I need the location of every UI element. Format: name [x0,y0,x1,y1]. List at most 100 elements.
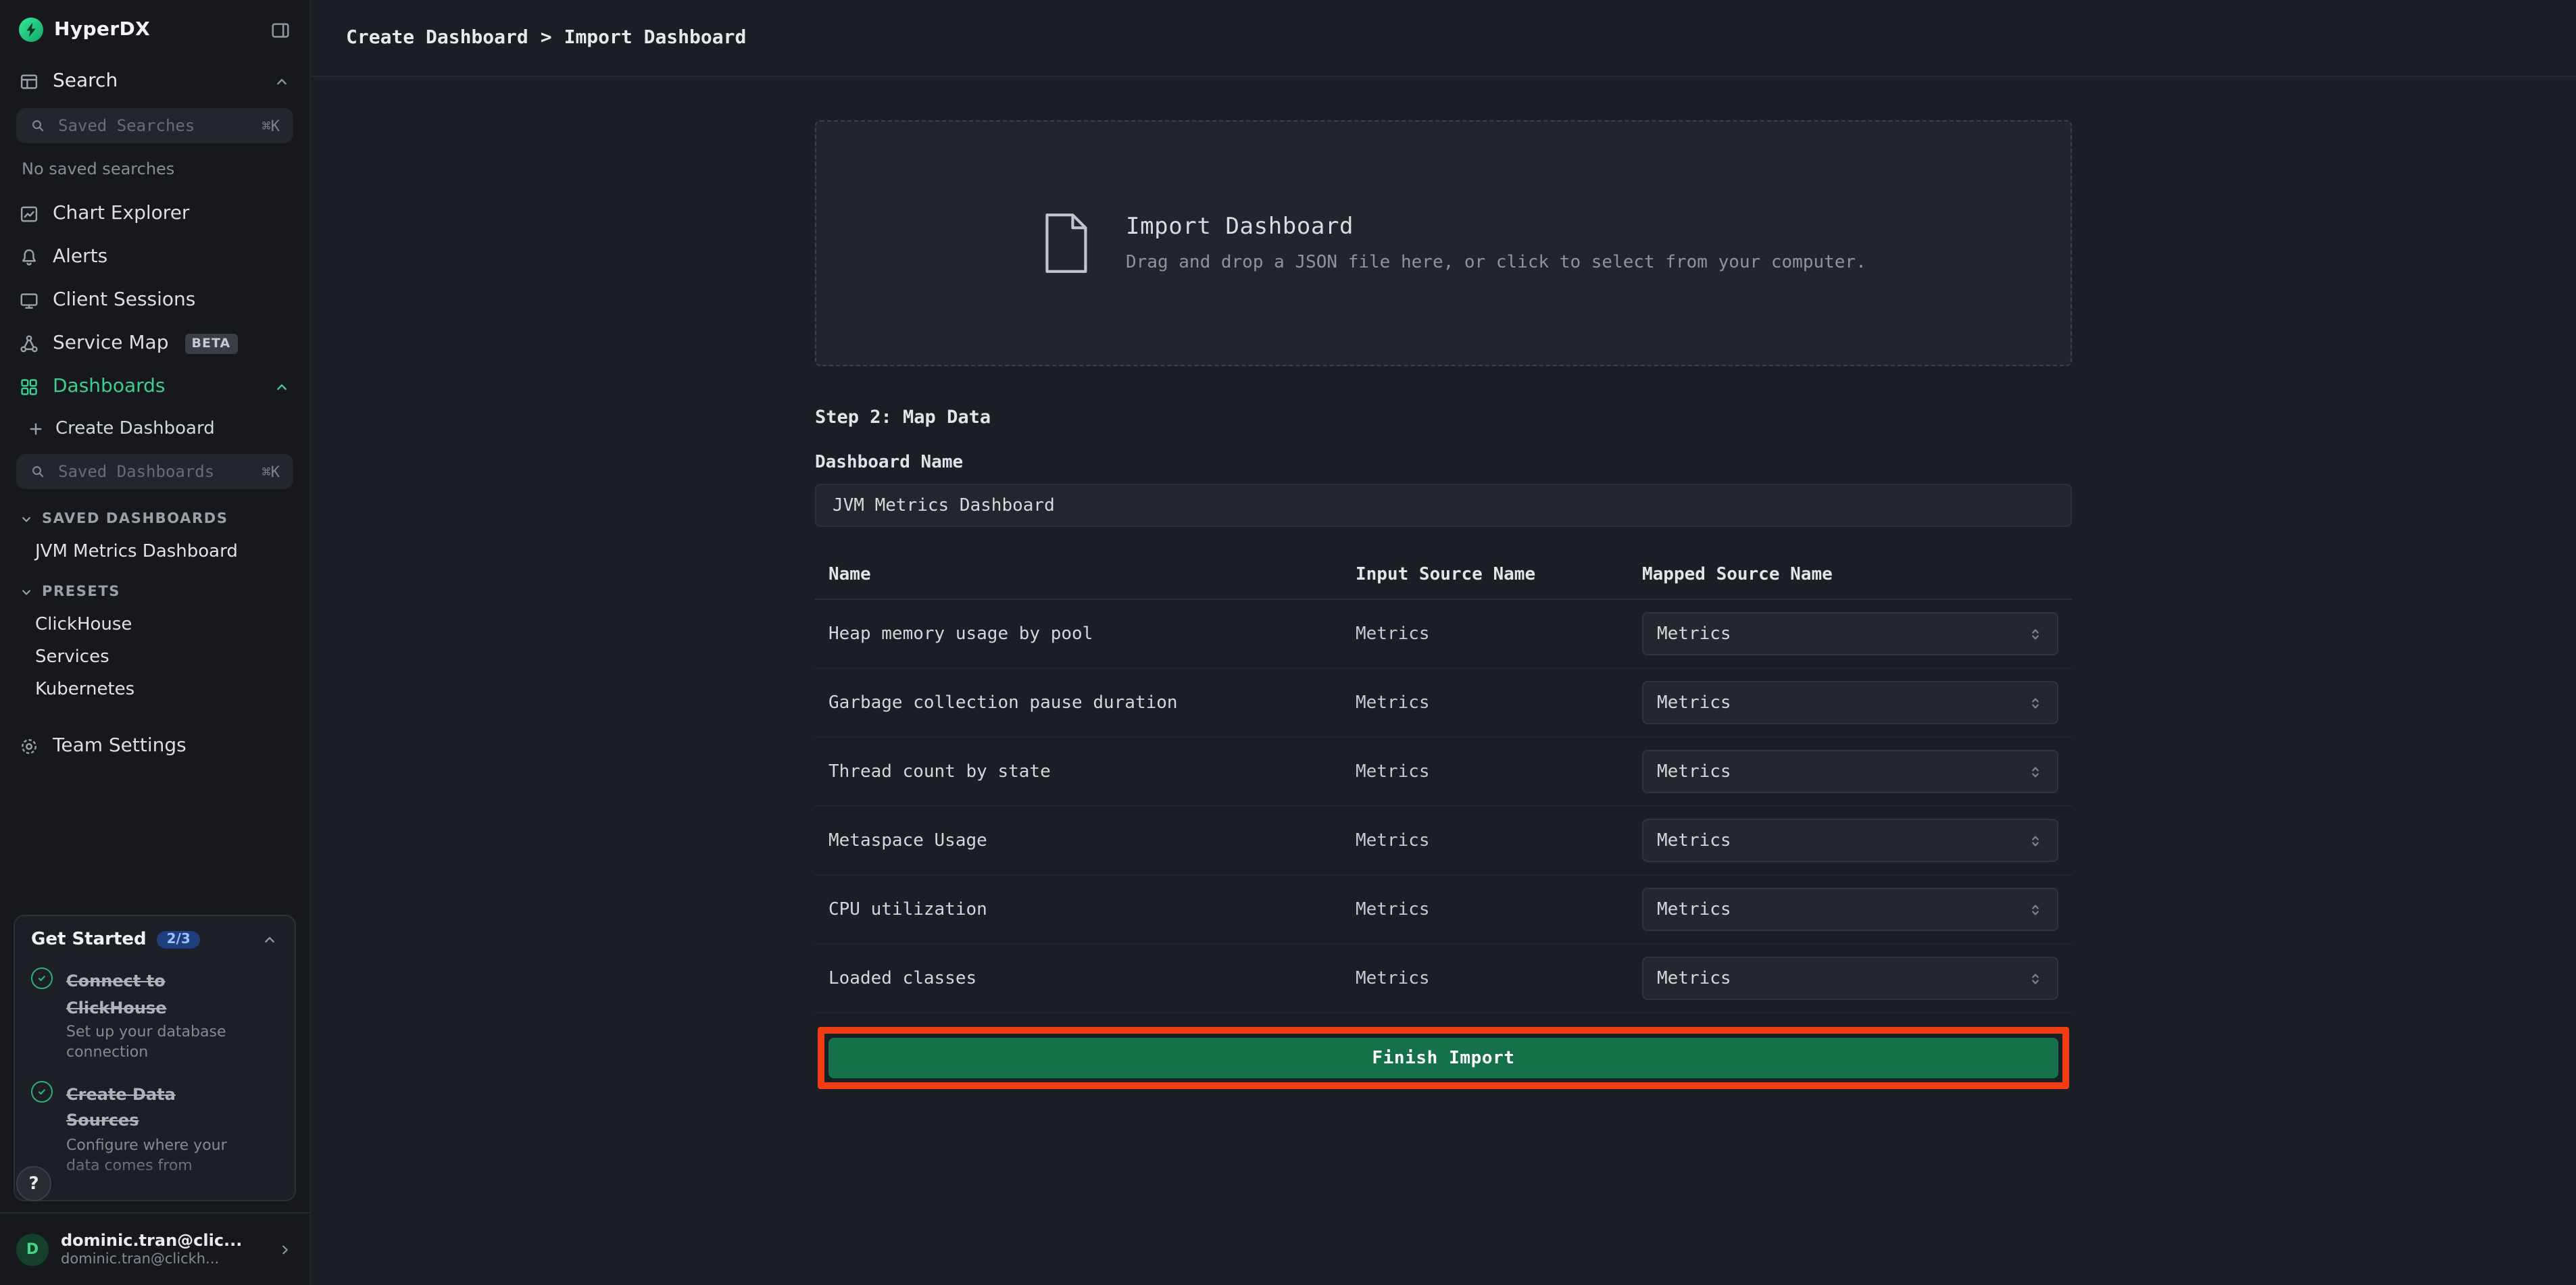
table-row: Metaspace Usage Metrics Metrics [815,807,2072,876]
sidebar-item-chart-explorer[interactable]: Chart Explorer [0,192,309,235]
select-updown-icon [2027,763,2044,780]
check-circle-icon [31,967,53,989]
saved-dashboards-section-label: SAVED DASHBOARDS [42,511,228,527]
main-area: Create Dashboard > Import Dashboard Impo… [311,0,2576,1285]
get-started-card: Get Started 2/3 Connect to ClickHouse Se… [14,915,296,1201]
row-name: Thread count by state [828,761,1356,782]
saved-searches-search[interactable]: ⌘K [16,108,293,143]
user-email: dominic.tran@clickh... [61,1251,242,1267]
row-name: Heap memory usage by pool [828,624,1356,644]
mapped-source-select[interactable]: Metrics [1642,957,2058,1000]
task-create-data-sources[interactable]: Create Data Sources Configure where your… [31,1080,278,1177]
preset-item-clickhouse[interactable]: ClickHouse [0,608,309,640]
sidebar-item-service-map[interactable]: Service Map BETA [0,322,309,365]
nav-label: Chart Explorer [53,203,189,224]
dashboard-name-input[interactable] [815,484,2072,527]
sidebar-item-alerts[interactable]: Alerts [0,235,309,278]
sidebar-item-team-settings[interactable]: Team Settings [0,724,309,767]
saved-dashboards-section-toggle[interactable]: SAVED DASHBOARDS [0,503,309,535]
mapped-source-select[interactable]: Metrics [1642,681,2058,724]
task-title: Connect to ClickHouse [66,972,167,1017]
bell-icon [19,247,39,267]
monitor-icon [19,290,39,310]
mapped-source-select[interactable]: Metrics [1642,612,2058,655]
breadcrumb-create-dashboard[interactable]: Create Dashboard [346,27,528,49]
saved-dashboards-search[interactable]: ⌘K [16,454,293,489]
col-header-name: Name [828,565,1356,585]
saved-searches-input[interactable] [55,115,253,136]
task-connect-clickhouse[interactable]: Connect to ClickHouse Set up your databa… [31,966,278,1063]
breadcrumb: Create Dashboard > Import Dashboard [311,0,2576,77]
beta-badge: BETA [185,333,238,353]
no-saved-searches-text: No saved searches [22,159,288,178]
file-icon [1039,212,1091,274]
row-input-source: Metrics [1356,692,1642,713]
mapped-source-value: Metrics [1657,968,1731,988]
task-desc: Configure where your data comes from [66,1136,242,1176]
search-icon [30,463,46,480]
gear-icon [19,736,39,756]
sidebar-item-dashboards[interactable]: Dashboards [0,365,309,408]
task-add-data[interactable]: Add Data Start sending logs, metrics, or… [31,1193,278,1202]
dropzone-subtitle: Drag and drop a JSON file here, or click… [1126,253,1866,273]
col-header-input-source: Input Source Name [1356,565,1642,585]
mapped-source-select[interactable]: Metrics [1642,750,2058,793]
plus-icon [27,420,45,437]
presets-section-label: PRESETS [42,584,120,600]
service-map-icon [19,333,39,353]
get-started-header[interactable]: Get Started 2/3 [31,930,278,950]
dropzone-title: Import Dashboard [1126,213,1866,241]
search-icon [30,118,46,134]
select-updown-icon [2027,832,2044,849]
nav-label: Service Map [53,332,169,354]
file-dropzone[interactable]: Import Dashboard Drag and drop a JSON fi… [815,120,2072,366]
saved-dashboards-input[interactable] [55,461,253,482]
preset-item-kubernetes[interactable]: Kubernetes [0,673,309,705]
preset-item-services[interactable]: Services [0,640,309,673]
team-settings-label: Team Settings [53,735,187,757]
finish-import-button[interactable]: Finish Import [828,1038,2058,1078]
check-circle-icon [31,1081,53,1103]
select-updown-icon [2027,625,2044,642]
chevron-up-icon [273,378,291,395]
saved-searches-shortcut: ⌘K [262,117,280,134]
sidebar-section-search[interactable]: Search [0,59,309,103]
create-dashboard-button[interactable]: Create Dashboard [0,408,309,449]
row-input-source: Metrics [1356,761,1642,782]
nav-label: Alerts [53,246,107,268]
app-title: HyperDX [54,19,150,41]
row-name: CPU utilization [828,899,1356,919]
saved-dashboard-item-jvm[interactable]: JVM Metrics Dashboard [0,535,309,568]
import-dashboard-panel: Import Dashboard Drag and drop a JSON fi… [815,120,2072,1089]
dashboards-grid-icon [19,376,39,397]
mapped-source-value: Metrics [1657,761,1731,782]
step-label: Step 2: Map Data [815,407,2072,428]
table-row: Loaded classes Metrics Metrics [815,944,2072,1013]
help-button[interactable]: ? [16,1166,51,1201]
get-started-progress-badge: 2/3 [157,931,200,949]
table-row: Garbage collection pause duration Metric… [815,669,2072,738]
nav-label: Client Sessions [53,289,195,311]
annotation-highlight: Finish Import [818,1027,2069,1089]
select-updown-icon [2027,694,2044,711]
row-input-source: Metrics [1356,968,1642,988]
user-name: dominic.tran@clic... [61,1231,242,1250]
hyperdx-logo-icon [19,18,43,42]
sidebar: HyperDX Search ⌘K No saved searches Char… [0,0,311,1285]
sidebar-collapse-button[interactable] [270,20,291,40]
user-menu[interactable]: D dominic.tran@clic... dominic.tran@clic… [0,1212,309,1285]
chevron-up-icon [261,931,278,949]
table-row: Heap memory usage by pool Metrics Metric… [815,600,2072,669]
task-title: Add Data [66,1199,151,1202]
mapped-source-select[interactable]: Metrics [1642,888,2058,931]
chevron-up-icon [273,72,291,90]
row-input-source: Metrics [1356,830,1642,851]
sidebar-item-client-sessions[interactable]: Client Sessions [0,278,309,322]
select-updown-icon [2027,969,2044,987]
avatar: D [16,1233,49,1265]
mapped-source-select[interactable]: Metrics [1642,819,2058,862]
create-dashboard-label: Create Dashboard [55,418,215,438]
presets-section-toggle[interactable]: PRESETS [0,576,309,608]
mapped-source-value: Metrics [1657,692,1731,713]
saved-dashboards-shortcut: ⌘K [262,463,280,480]
